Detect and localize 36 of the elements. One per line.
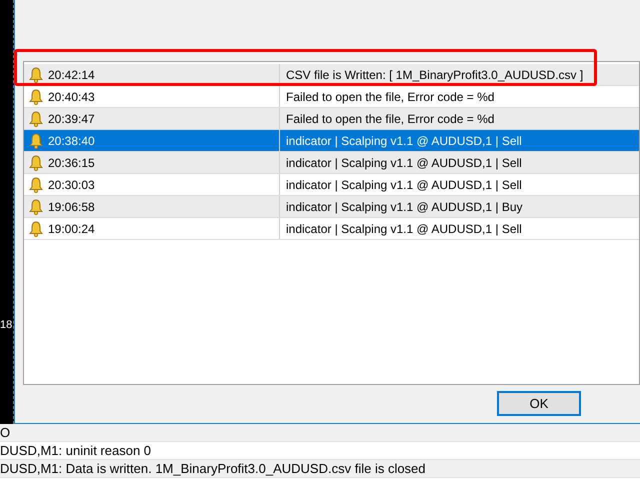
alert-time: 20:38:40	[48, 132, 95, 150]
bell-icon	[29, 66, 43, 82]
bell-icon	[29, 154, 43, 170]
alert-time: 20:42:14	[48, 66, 95, 84]
bell-icon	[29, 88, 43, 104]
alert-message: Failed to open the file, Error code = %d	[285, 110, 494, 128]
alert-time: 20:36:15	[48, 154, 95, 172]
alert-row[interactable]: 20:40:43 Failed to open the file, Error code = %d	[24, 86, 639, 108]
bell-icon	[29, 110, 43, 126]
alert-message: indicator | Scalping v1.1 @ AUDUSD,1 | Sell	[285, 176, 522, 194]
alert-message: indicator | Scalping v1.1 @ AUDUSD,1 | Sell	[285, 132, 522, 150]
bell-icon	[29, 198, 43, 214]
alert-time: 19:00:24	[48, 220, 95, 238]
alert-row[interactable]: 19:00:24 indicator | Scalping v1.1 @ AUDUSD,1 | Sell	[24, 218, 639, 240]
bell-icon	[29, 220, 43, 236]
ok-button[interactable]: OK	[497, 391, 581, 416]
alert-time: 20:39:47	[48, 110, 95, 128]
alert-row[interactable]: 20:30:03 indicator | Scalping v1.1 @ AUDUSD,1 | Sell	[24, 174, 639, 196]
alert-message: CSV file is Written: [ 1M_BinaryProfit3.0_AUDUSD.csv ]	[285, 66, 584, 84]
journal-entry: O	[0, 425, 10, 440]
bell-icon	[29, 132, 43, 148]
alert-message: indicator | Scalping v1.1 @ AUDUSD,1 | Buy	[285, 198, 523, 216]
alert-row[interactable]: 20:39:47 Failed to open the file, Error code = %d	[24, 108, 639, 130]
journal-entry: DUSD,M1: uninit reason 0	[0, 443, 152, 458]
alert-row[interactable]: 20:38:40 indicator | Scalping v1.1 @ AUDUSD,1 | Sell	[24, 130, 639, 152]
alert-time: 20:40:43	[48, 88, 95, 106]
alert-message: indicator | Scalping v1.1 @ AUDUSD,1 | Sell	[285, 154, 522, 172]
journal-entry: DUSD,M1: Data is written. 1M_BinaryProfit3.0_AUDUSD.csv file is closed	[0, 461, 426, 476]
alert-message: Failed to open the file, Error code = %d	[285, 88, 494, 106]
alert-message: indicator | Scalping v1.1 @ AUDUSD,1 | Sell	[285, 220, 522, 238]
price-label: 18	[0, 318, 13, 332]
bell-icon	[29, 176, 43, 192]
alert-time: 20:30:03	[48, 176, 95, 194]
alert-row[interactable]: 20:36:15 indicator | Scalping v1.1 @ AUDUSD,1 | Sell	[24, 152, 639, 174]
alert-time: 19:06:58	[48, 198, 95, 216]
alert-row[interactable]: 19:06:58 indicator | Scalping v1.1 @ AUDUSD,1 | Buy	[24, 196, 639, 218]
